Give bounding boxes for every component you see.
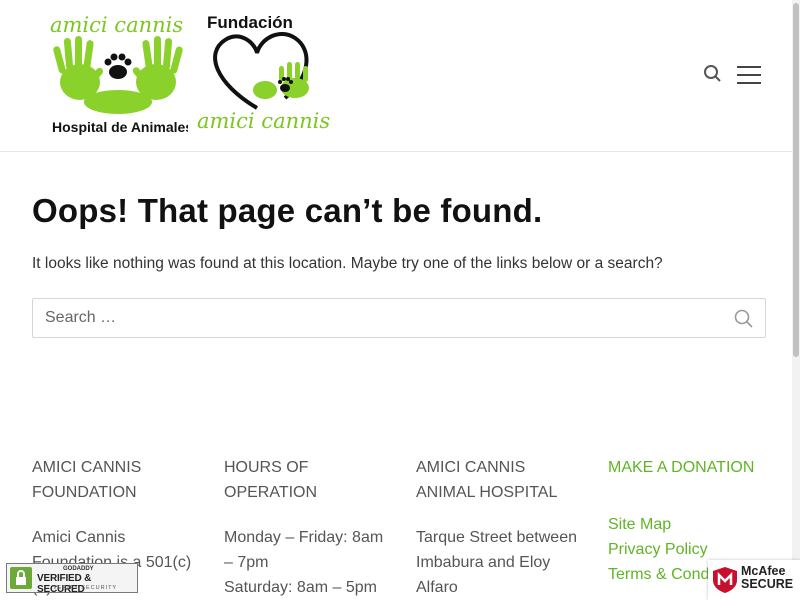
scrollbar-thumb[interactable] <box>793 3 799 357</box>
footer-hospital-heading: AMICI CANNIS ANIMAL HOSPITAL <box>416 459 558 501</box>
not-found-description: It looks like nothing was found at this … <box>32 255 663 272</box>
hospital-logo-script: amici cannis <box>50 13 183 37</box>
mcafee-shield-icon <box>713 567 737 593</box>
footer-hours-heading: HOURS OF OPERATION <box>224 459 318 501</box>
footer-hours-saturday: Saturday: 8am – 5pm <box>224 579 377 596</box>
footer-foundation-heading: AMICI CANNIS FOUNDATION <box>32 459 142 501</box>
mcafee-text: McAfee SECURE <box>741 565 793 591</box>
search-form <box>32 298 766 338</box>
foundation-logo-graphic: Fundación amici cannis <box>197 13 330 133</box>
foundation-logo[interactable]: Fundación amici cannis <box>195 8 340 138</box>
hospital-logo-graphic: amici cannis Hospital de Animales <box>50 13 193 135</box>
lock-icon <box>10 567 32 589</box>
footer-hours-column: HOURS OF OPERATION Monday – Friday: 8am … <box>224 455 394 600</box>
footer-donation-heading: MAKE A DONATION <box>608 455 778 480</box>
search-submit-icon[interactable] <box>733 308 755 330</box>
privacy-policy-link[interactable]: Privacy Policy <box>608 537 778 562</box>
search-input[interactable] <box>33 299 713 337</box>
hamburger-menu-icon[interactable] <box>736 66 762 86</box>
godaddy-main-text: VERIFIED & SECURED <box>37 573 92 595</box>
godaddy-brand: GODADDY <box>63 566 94 572</box>
site-header: amici cannis Hospital de Animales Fundac… <box>0 0 800 152</box>
page-title: Oops! That page can’t be found. <box>32 192 543 229</box>
make-donation-link[interactable]: MAKE A DONATION <box>608 459 754 476</box>
godaddy-sub-text: VERIFY SECURITY <box>53 585 118 591</box>
footer-hospital-address: Tarque Street between Imbabura and Eloy … <box>416 529 577 596</box>
foundation-logo-script: amici cannis <box>197 109 330 133</box>
mcafee-line2: SECURE <box>741 577 794 591</box>
foundation-logo-title: Fundación <box>207 13 293 32</box>
site-map-link[interactable]: Site Map <box>608 512 778 537</box>
hospital-logo[interactable]: amici cannis Hospital de Animales <box>48 10 193 140</box>
footer-hours-weekday: Monday – Friday: 8am – 7pm <box>224 529 384 571</box>
search-icon[interactable] <box>702 63 724 85</box>
mcafee-secure-badge[interactable]: McAfee SECURE <box>708 560 800 600</box>
page-scrollbar[interactable] <box>792 0 800 600</box>
godaddy-security-badge[interactable]: GODADDY VERIFIED & SECURED VERIFY SECURI… <box>6 563 138 595</box>
footer-hospital-column: AMICI CANNIS ANIMAL HOSPITAL Tarque Stre… <box>416 455 586 600</box>
hospital-logo-subtitle: Hospital de Animales <box>52 119 188 135</box>
